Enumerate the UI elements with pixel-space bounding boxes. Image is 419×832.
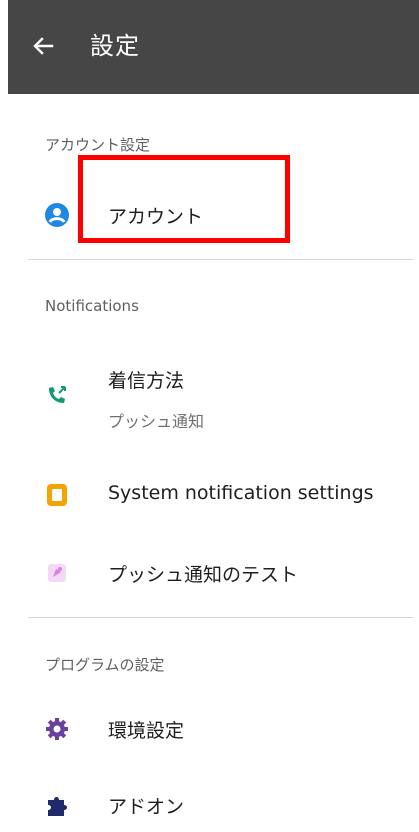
page-title: 設定: [90, 32, 140, 60]
incoming-method-item[interactable]: 着信方法 プッシュ通知: [0, 352, 419, 444]
puzzle-icon: [44, 792, 70, 818]
divider: [28, 617, 413, 618]
preferences-label: 環境設定: [108, 720, 185, 742]
phone-incoming-icon: [44, 382, 70, 408]
divider: [28, 259, 413, 260]
section-header-account: アカウント設定: [45, 136, 151, 154]
arrow-left-icon: [33, 37, 54, 55]
section-header-program: プログラムの設定: [45, 656, 165, 674]
section-header-notifications: Notifications: [45, 297, 139, 315]
push-test-icon: [44, 560, 70, 586]
preferences-item[interactable]: 環境設定: [0, 700, 419, 760]
system-notification-label: System notification settings: [108, 482, 374, 504]
system-notification-item[interactable]: System notification settings: [0, 470, 419, 520]
account-item-label: アカウント: [108, 206, 204, 228]
incoming-method-label: 着信方法: [108, 370, 185, 392]
top-edge: [0, 0, 8, 94]
account-item[interactable]: アカウント: [0, 180, 419, 250]
back-button[interactable]: [26, 28, 60, 64]
incoming-method-value: プッシュ通知: [108, 412, 205, 431]
notification-square-icon: [44, 482, 70, 508]
push-test-item[interactable]: プッシュ通知のテスト: [0, 548, 419, 598]
account-circle-icon: [44, 202, 70, 228]
addons-label: アドオン: [108, 796, 185, 818]
push-test-label: プッシュ通知のテスト: [108, 564, 299, 586]
gear-icon: [44, 716, 70, 742]
app-bar: 設定: [8, 0, 419, 94]
addons-item[interactable]: アドオン: [0, 776, 419, 832]
